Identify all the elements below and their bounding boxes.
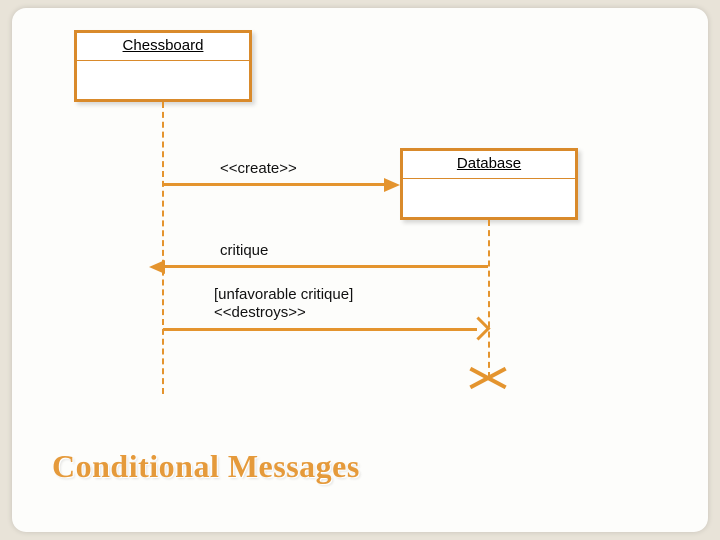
object-database-label: Database xyxy=(403,151,575,172)
object-chessboard: Chessboard xyxy=(74,30,252,102)
slide-canvas: Chessboard Database <<create>> critique … xyxy=(12,8,708,532)
message-destroy-arrowhead xyxy=(466,316,490,340)
object-chessboard-label: Chessboard xyxy=(77,33,249,54)
message-create-arrowhead xyxy=(384,178,400,192)
lifeline-chessboard xyxy=(162,102,164,394)
object-database: Database xyxy=(400,148,578,220)
message-destroy-line xyxy=(163,328,477,331)
message-critique-label: critique xyxy=(220,242,268,259)
message-destroy-guard-label: [unfavorable critique] xyxy=(214,286,353,303)
message-critique-line xyxy=(163,265,488,268)
object-database-divider xyxy=(403,178,575,179)
message-create-label: <<create>> xyxy=(220,160,297,177)
object-chessboard-divider xyxy=(77,60,249,61)
slide-title: Conditional Messages xyxy=(52,448,360,485)
message-critique-arrowhead xyxy=(149,260,165,274)
message-destroy-label: <<destroys>> xyxy=(214,304,306,321)
lifeline-database xyxy=(488,220,490,378)
message-create-line xyxy=(163,183,385,186)
